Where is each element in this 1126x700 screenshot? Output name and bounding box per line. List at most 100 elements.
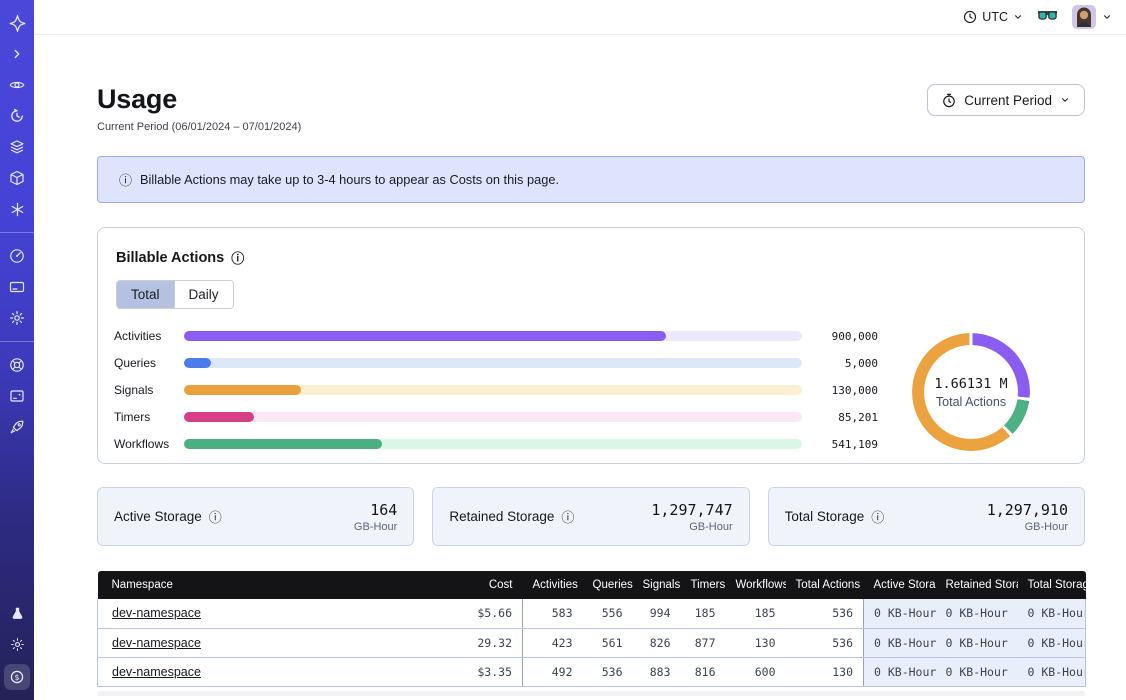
bar-fill: [184, 331, 666, 341]
table-row: dev-namespace29.324235618268771305360 KB…: [98, 628, 1086, 657]
column-header-active-storage: Active Storage: [864, 571, 936, 599]
sidebar-divider: [0, 232, 34, 233]
cell-active-storage: 0 KB-Hour: [864, 599, 936, 628]
bar-row-timers: Timers85,201: [114, 410, 878, 420]
page-title: Usage: [97, 84, 301, 115]
total-storage-value: 1,297,910: [987, 501, 1068, 519]
billable-actions-bar-chart: Activities900,000Queries5,000Signals130,…: [114, 326, 878, 464]
column-header-namespace: Namespace: [98, 571, 428, 599]
table-row: dev-namespace$3.354925368838166001300 KB…: [98, 657, 1086, 686]
bar-track: [184, 385, 802, 395]
cell-total-actions: 536: [786, 628, 864, 657]
support-icon[interactable]: [0, 354, 34, 376]
usage-billing-active-icon[interactable]: $: [4, 664, 30, 690]
active-storage-unit: GB-Hour: [354, 521, 397, 533]
bar-track: [184, 358, 802, 368]
main-content: Usage Current Period (06/01/2024 – 07/01…: [34, 35, 1126, 700]
cell-cost: $5.66: [428, 599, 523, 628]
info-icon[interactable]: ⓘ: [231, 248, 244, 267]
total-actions-donut-chart: 1.66131 M Total Actions: [878, 320, 1064, 464]
namespace-link[interactable]: dev-namespace: [112, 606, 201, 620]
retained-storage-value: 1,297,747: [651, 501, 732, 519]
feedback-goggles-icon[interactable]: [1037, 8, 1058, 27]
namespace-cell: dev-namespace: [98, 628, 428, 657]
column-header-signals: Signals: [633, 571, 681, 599]
bar-row-queries: Queries5,000: [114, 356, 878, 366]
cell-workflows: 185: [726, 599, 786, 628]
billing-icon[interactable]: [0, 276, 34, 298]
column-header-retained-storage: Retained Storage: [936, 571, 1018, 599]
info-icon: ⓘ: [119, 170, 132, 189]
settings-gear-icon[interactable]: [0, 307, 34, 329]
bar-value: 130,000: [802, 384, 878, 397]
bar-value: 85,201: [802, 411, 878, 424]
usage-icon[interactable]: [0, 245, 34, 267]
info-icon[interactable]: ⓘ: [209, 507, 222, 526]
total-storage-unit: GB-Hour: [987, 521, 1068, 533]
cell-total-storage: 0 KB-Hour: [1018, 599, 1086, 628]
tab-total[interactable]: Total: [117, 281, 174, 308]
bar-fill: [184, 412, 254, 422]
timezone-label: UTC: [982, 10, 1008, 24]
cell-retained-storage: 0 KB-Hour: [936, 599, 1018, 628]
active-storage-label: Active Storage: [114, 509, 202, 524]
cell-activities: 423: [523, 628, 583, 657]
bar-row-activities: Activities900,000: [114, 329, 878, 339]
donut-total-value: 1.66131 M: [934, 376, 1007, 392]
temporal-logo-icon[interactable]: [0, 12, 34, 34]
sidebar-divider: [0, 341, 34, 342]
namespace-link[interactable]: dev-namespace: [112, 665, 201, 679]
account-menu[interactable]: [1072, 5, 1112, 29]
column-header-workflows: Workflows: [726, 571, 786, 599]
cell-queries: 536: [583, 657, 633, 686]
nexus-icon[interactable]: [0, 198, 34, 220]
collapse-sidebar-icon[interactable]: [0, 43, 34, 65]
namespace-cell: dev-namespace: [98, 657, 428, 686]
bar-label: Queries: [114, 356, 184, 370]
namespaces-icon[interactable]: [0, 74, 34, 96]
table-header-row: NamespaceCostActivitiesQueriesSignalsTim…: [98, 571, 1086, 599]
retained-storage-unit: GB-Hour: [651, 521, 732, 533]
cell-activities: 583: [523, 599, 583, 628]
cell-workflows: 130: [726, 628, 786, 657]
table-scroll-strip[interactable]: [97, 691, 1085, 696]
namespace-link[interactable]: dev-namespace: [112, 636, 201, 650]
topbar: UTC: [34, 0, 1126, 35]
cell-active-storage: 0 KB-Hour: [864, 657, 936, 686]
cell-total-actions: 130: [786, 657, 864, 686]
info-icon[interactable]: ⓘ: [871, 507, 884, 526]
billable-actions-card: Billable Actions ⓘ Total Daily Activitie…: [97, 227, 1085, 464]
bar-label: Activities: [114, 329, 184, 343]
cell-cost: 29.32: [428, 628, 523, 657]
billable-actions-info-banner: ⓘ Billable Actions may take up to 3-4 ho…: [97, 156, 1085, 203]
bar-fill: [184, 439, 382, 449]
cell-activities: 492: [523, 657, 583, 686]
cell-queries: 561: [583, 628, 633, 657]
namespace-cell: dev-namespace: [98, 599, 428, 628]
bar-track: [184, 412, 802, 422]
storage-summary-row: Active Storage ⓘ 164 GB-Hour Retained St…: [97, 487, 1085, 546]
donut-total-label: Total Actions: [936, 395, 1006, 409]
theme-sun-icon[interactable]: [0, 633, 34, 655]
avatar: [1072, 5, 1096, 29]
schedules-icon[interactable]: [0, 105, 34, 127]
total-daily-tab-group: Total Daily: [116, 280, 234, 309]
bar-label: Timers: [114, 410, 184, 424]
info-icon[interactable]: ⓘ: [561, 507, 574, 526]
svg-text:$: $: [15, 673, 20, 682]
chevron-down-icon: [1060, 95, 1070, 105]
cell-workflows: 600: [726, 657, 786, 686]
workflows-icon[interactable]: [0, 167, 34, 189]
cell-cost: $3.35: [428, 657, 523, 686]
labs-flask-icon[interactable]: [0, 602, 34, 624]
bar-value: 5,000: [802, 357, 878, 370]
period-dropdown-button[interactable]: Current Period: [927, 84, 1085, 116]
rocket-icon[interactable]: [0, 416, 34, 438]
docs-terminal-icon[interactable]: [0, 385, 34, 407]
billable-actions-title: Billable Actions: [116, 250, 224, 266]
deployments-icon[interactable]: [0, 136, 34, 158]
bar-track: [184, 331, 802, 341]
bar-value: 541,109: [802, 438, 878, 451]
timezone-dropdown[interactable]: UTC: [963, 10, 1023, 24]
tab-daily[interactable]: Daily: [174, 281, 233, 308]
